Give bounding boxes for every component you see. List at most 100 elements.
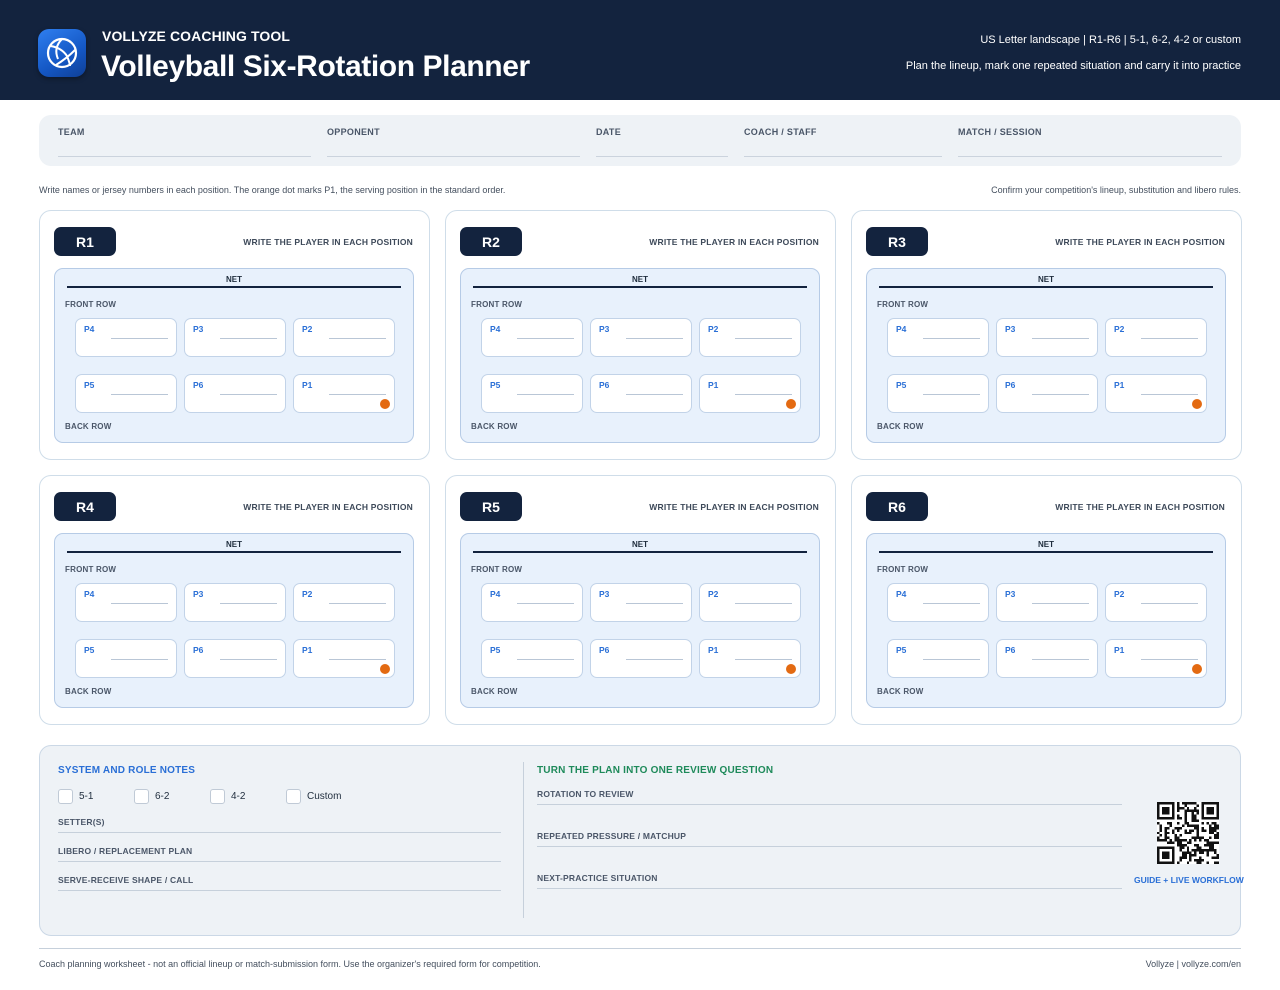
player-write-line[interactable] (1141, 659, 1198, 660)
position-p1-box[interactable]: P1 (293, 639, 395, 678)
player-write-line[interactable] (517, 338, 574, 339)
position-p2-box[interactable]: P2 (699, 583, 801, 622)
position-p2-box[interactable]: P2 (1105, 583, 1207, 622)
checkbox-6-2[interactable]: 6-2 (134, 789, 169, 804)
checkbox-label: 6-2 (155, 791, 170, 802)
position-p4-box[interactable]: P4 (887, 318, 989, 357)
opponent-input-line[interactable] (327, 156, 580, 157)
player-write-line[interactable] (220, 394, 277, 395)
date-input-line[interactable] (596, 156, 728, 157)
position-p6-box[interactable]: P6 (996, 374, 1098, 413)
position-p5-box[interactable]: P5 (887, 639, 989, 678)
position-p4-box[interactable]: P4 (75, 583, 177, 622)
position-p4-box[interactable]: P4 (481, 583, 583, 622)
coach-field[interactable]: COACH / STAFF (744, 127, 942, 157)
checkbox-4-2[interactable]: 4-2 (210, 789, 245, 804)
player-write-line[interactable] (1141, 603, 1198, 604)
player-write-line[interactable] (735, 603, 792, 604)
position-p2-box[interactable]: P2 (699, 318, 801, 357)
position-p2-box[interactable]: P2 (1105, 318, 1207, 357)
position-p4-box[interactable]: P4 (481, 318, 583, 357)
player-write-line[interactable] (111, 394, 168, 395)
player-write-line[interactable] (735, 659, 792, 660)
position-p5-box[interactable]: P5 (887, 374, 989, 413)
player-write-line[interactable] (1032, 659, 1089, 660)
player-write-line[interactable] (329, 659, 386, 660)
player-write-line[interactable] (735, 338, 792, 339)
team-input-line[interactable] (58, 156, 311, 157)
checkbox-box[interactable] (134, 789, 149, 804)
position-p3-box[interactable]: P3 (996, 583, 1098, 622)
position-p6-box[interactable]: P6 (184, 374, 286, 413)
qr-code-icon[interactable] (1157, 802, 1219, 864)
player-write-line[interactable] (626, 338, 683, 339)
date-field[interactable]: DATE (596, 127, 728, 157)
checkbox-custom[interactable]: Custom (286, 789, 341, 804)
player-write-line[interactable] (626, 394, 683, 395)
opponent-field[interactable]: OPPONENT (327, 127, 580, 157)
rotation-to-review-input-line[interactable] (537, 804, 1122, 805)
position-p1-box[interactable]: P1 (1105, 639, 1207, 678)
position-p3-box[interactable]: P3 (996, 318, 1098, 357)
player-write-line[interactable] (111, 659, 168, 660)
position-p2-box[interactable]: P2 (293, 583, 395, 622)
net-line (67, 551, 401, 553)
player-write-line[interactable] (923, 659, 980, 660)
next-practice-input-line[interactable] (537, 888, 1122, 889)
player-write-line[interactable] (517, 659, 574, 660)
position-p6-box[interactable]: P6 (590, 639, 692, 678)
position-p5-box[interactable]: P5 (481, 639, 583, 678)
brand-eyebrow: VOLLYZE COACHING TOOL (102, 28, 291, 44)
checkbox-box[interactable] (210, 789, 225, 804)
position-p6-box[interactable]: P6 (184, 639, 286, 678)
position-p1-box[interactable]: P1 (1105, 374, 1207, 413)
player-write-line[interactable] (735, 394, 792, 395)
player-write-line[interactable] (220, 659, 277, 660)
team-field[interactable]: TEAM (58, 127, 311, 157)
player-write-line[interactable] (517, 394, 574, 395)
position-p3-box[interactable]: P3 (184, 318, 286, 357)
match-session-field[interactable]: MATCH / SESSION (958, 127, 1222, 157)
player-write-line[interactable] (923, 338, 980, 339)
position-p5-box[interactable]: P5 (481, 374, 583, 413)
player-write-line[interactable] (626, 603, 683, 604)
player-write-line[interactable] (923, 394, 980, 395)
position-p6-box[interactable]: P6 (590, 374, 692, 413)
player-write-line[interactable] (1141, 338, 1198, 339)
position-p3-box[interactable]: P3 (184, 583, 286, 622)
player-write-line[interactable] (1032, 394, 1089, 395)
player-write-line[interactable] (329, 603, 386, 604)
player-write-line[interactable] (111, 603, 168, 604)
setters-input-line[interactable] (58, 832, 501, 833)
position-p6-box[interactable]: P6 (996, 639, 1098, 678)
serve-receive-input-line[interactable] (58, 890, 501, 891)
checkbox-box[interactable] (286, 789, 301, 804)
position-p4-box[interactable]: P4 (75, 318, 177, 357)
player-write-line[interactable] (1032, 603, 1089, 604)
libero-input-line[interactable] (58, 861, 501, 862)
position-p5-box[interactable]: P5 (75, 374, 177, 413)
position-p2-box[interactable]: P2 (293, 318, 395, 357)
position-p3-box[interactable]: P3 (590, 583, 692, 622)
player-write-line[interactable] (220, 603, 277, 604)
player-write-line[interactable] (517, 603, 574, 604)
player-write-line[interactable] (626, 659, 683, 660)
coach-input-line[interactable] (744, 156, 942, 157)
player-write-line[interactable] (1032, 338, 1089, 339)
position-p1-box[interactable]: P1 (293, 374, 395, 413)
position-p1-box[interactable]: P1 (699, 374, 801, 413)
player-write-line[interactable] (220, 338, 277, 339)
checkbox-5-1[interactable]: 5-1 (58, 789, 93, 804)
player-write-line[interactable] (1141, 394, 1198, 395)
player-write-line[interactable] (923, 603, 980, 604)
position-p3-box[interactable]: P3 (590, 318, 692, 357)
player-write-line[interactable] (329, 338, 386, 339)
player-write-line[interactable] (329, 394, 386, 395)
player-write-line[interactable] (111, 338, 168, 339)
position-p4-box[interactable]: P4 (887, 583, 989, 622)
match-session-input-line[interactable] (958, 156, 1222, 157)
position-p5-box[interactable]: P5 (75, 639, 177, 678)
position-p1-box[interactable]: P1 (699, 639, 801, 678)
checkbox-box[interactable] (58, 789, 73, 804)
pressure-matchup-input-line[interactable] (537, 846, 1122, 847)
